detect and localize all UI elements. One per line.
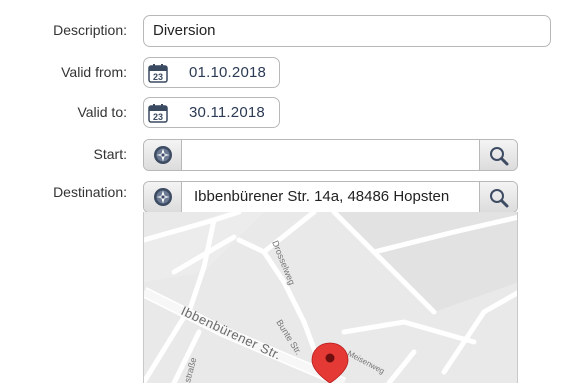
valid-from-label: Valid from: bbox=[61, 64, 127, 80]
magnifier-search-icon bbox=[490, 189, 509, 208]
compass-locate-icon bbox=[154, 146, 172, 164]
start-location-field bbox=[143, 139, 518, 171]
calendar-day-number: 23 bbox=[153, 112, 163, 122]
destination-locate-button[interactable] bbox=[144, 182, 182, 212]
calendar-day-number: 23 bbox=[153, 72, 163, 82]
destination-map[interactable]: Drosselweg Ibbenbürener Str. Bunte Str. … bbox=[143, 212, 518, 383]
destination-label: Destination: bbox=[53, 184, 127, 200]
destination-input[interactable]: Ibbenbürener Str. 14a, 48486 Hopsten bbox=[182, 182, 479, 212]
calendar-icon[interactable]: 23 bbox=[148, 63, 168, 83]
start-locate-button[interactable] bbox=[144, 140, 182, 170]
valid-to-label: Valid to: bbox=[77, 104, 127, 120]
valid-from-field[interactable]: 23 01.10.2018 bbox=[143, 57, 280, 88]
start-input[interactable] bbox=[182, 140, 479, 170]
map-canvas[interactable]: Drosselweg Ibbenbürener Str. Bunte Str. … bbox=[144, 212, 518, 383]
valid-to-field[interactable]: 23 30.11.2018 bbox=[143, 97, 280, 128]
description-label: Description: bbox=[53, 22, 127, 38]
destination-search-button[interactable] bbox=[479, 182, 517, 212]
start-label: Start: bbox=[93, 146, 127, 162]
valid-from-value: 01.10.2018 bbox=[189, 64, 267, 81]
description-input[interactable]: Diversion bbox=[143, 15, 551, 47]
compass-locate-icon bbox=[154, 188, 172, 206]
destination-location-field: Ibbenbürener Str. 14a, 48486 Hopsten bbox=[143, 181, 518, 213]
magnifier-search-icon bbox=[490, 147, 509, 166]
calendar-icon[interactable]: 23 bbox=[148, 103, 168, 123]
valid-to-value: 30.11.2018 bbox=[189, 104, 265, 121]
start-search-button[interactable] bbox=[479, 140, 517, 170]
